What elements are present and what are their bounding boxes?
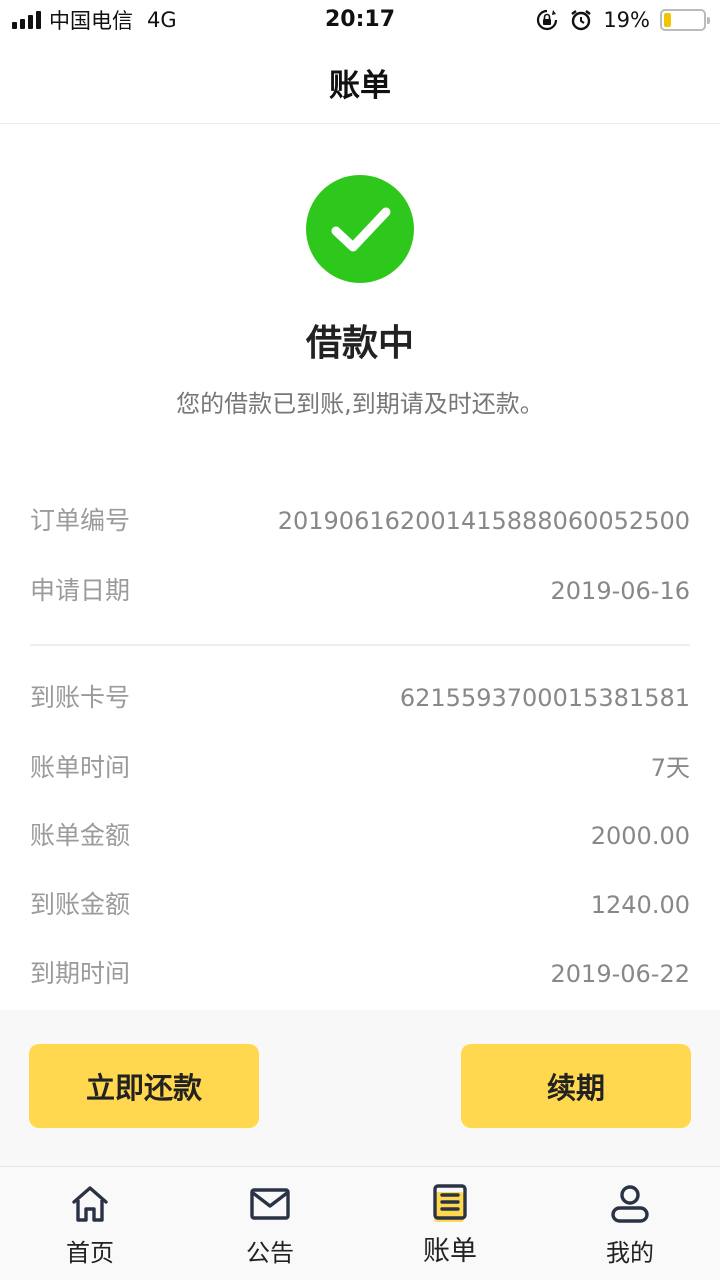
apply-date-value: 2019-06-16 bbox=[550, 577, 690, 605]
detail-row-card-number: 到账卡号 6215593700015381581 bbox=[30, 678, 690, 718]
battery-icon bbox=[660, 9, 710, 31]
rotation-lock-icon bbox=[537, 9, 558, 31]
alarm-icon bbox=[571, 10, 592, 31]
tab-bill-label: 账单 bbox=[423, 1236, 477, 1267]
user-icon bbox=[611, 1185, 649, 1223]
tab-bar: 首页 公告 账单 我的 bbox=[0, 1166, 720, 1280]
status-bar-right: 19% bbox=[535, 6, 710, 34]
tab-home[interactable]: 首页 bbox=[0, 1167, 180, 1280]
action-area: 立即还款 续期 bbox=[0, 1010, 720, 1166]
nav-bar: 账单 bbox=[0, 40, 720, 124]
check-circle-icon bbox=[306, 175, 414, 283]
bill-period-label: 账单时间 bbox=[30, 753, 131, 782]
renew-button[interactable]: 续期 bbox=[461, 1044, 691, 1128]
tab-notice[interactable]: 公告 bbox=[180, 1167, 360, 1280]
bill-amount-label: 账单金额 bbox=[30, 821, 131, 850]
mail-icon bbox=[250, 1188, 290, 1220]
divider bbox=[30, 644, 690, 646]
loan-status-description: 您的借款已到账,到期请及时还款。 bbox=[176, 390, 544, 418]
tab-bill[interactable]: 账单 bbox=[360, 1167, 540, 1280]
tab-notice-label: 公告 bbox=[246, 1239, 294, 1267]
bill-amount-value: 2000.00 bbox=[590, 822, 690, 850]
due-date-value: 2019-06-22 bbox=[550, 960, 690, 988]
received-amount-value: 1240.00 bbox=[590, 891, 690, 919]
detail-row-apply-date: 申请日期 2019-06-16 bbox=[30, 571, 690, 611]
detail-row-bill-period: 账单时间 7天 bbox=[30, 748, 690, 788]
due-date-label: 到期时间 bbox=[30, 959, 131, 988]
battery-level bbox=[664, 13, 671, 27]
page-title: 账单 bbox=[329, 68, 391, 104]
tab-mine[interactable]: 我的 bbox=[540, 1167, 720, 1280]
card-number-label: 到账卡号 bbox=[30, 683, 131, 712]
detail-row-order-number: 订单编号 2019061620014158880600525​00 bbox=[30, 501, 690, 541]
status-bar: 中国电信 4G 20:17 19% bbox=[0, 0, 720, 40]
order-number-label: 订单编号 bbox=[30, 506, 131, 535]
home-icon bbox=[72, 1186, 108, 1222]
detail-row-due-date: 到期时间 2019-06-22 bbox=[30, 954, 690, 994]
order-number-value: 2019061620014158880600525​00 bbox=[277, 507, 690, 535]
repay-now-button[interactable]: 立即还款 bbox=[29, 1044, 259, 1128]
detail-row-bill-amount: 账单金额 2000.00 bbox=[30, 816, 690, 856]
loan-status-title: 借款中 bbox=[305, 323, 414, 364]
battery-percent: 19% bbox=[603, 8, 650, 32]
detail-row-received-amount: 到账金额 1240.00 bbox=[30, 885, 690, 925]
apply-date-label: 申请日期 bbox=[30, 576, 131, 605]
tab-home-label: 首页 bbox=[66, 1239, 114, 1267]
tab-mine-label: 我的 bbox=[606, 1239, 654, 1267]
card-number-value: 6215593700015381581 bbox=[399, 684, 690, 712]
received-amount-label: 到账金额 bbox=[30, 890, 131, 919]
bill-icon bbox=[433, 1184, 467, 1222]
bill-period-value: 7天 bbox=[650, 754, 690, 782]
